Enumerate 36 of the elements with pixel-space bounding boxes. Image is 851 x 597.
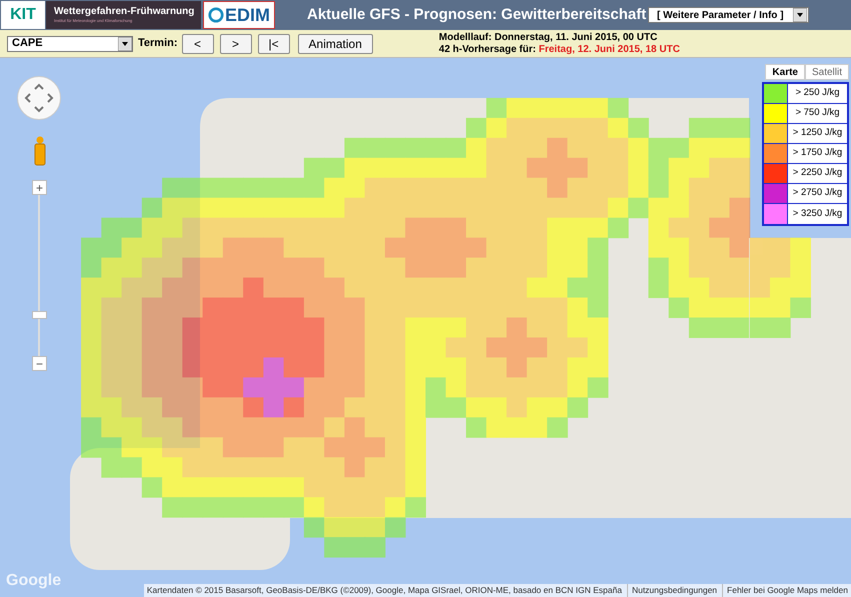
zoom-out-button[interactable]: −	[32, 356, 47, 371]
arrows-icon	[24, 83, 54, 113]
legend-label: > 1750 J/kg	[792, 146, 844, 160]
caret-icon	[793, 8, 807, 22]
google-logo: Google	[6, 571, 62, 591]
terms-link[interactable]: Nutzungsbedingungen	[626, 584, 718, 597]
nav-button[interactable]: >	[220, 34, 252, 54]
legend-label: > 1250 J/kg	[792, 126, 844, 140]
caret-icon	[118, 36, 132, 50]
legend-label: > 250 J/kg	[794, 86, 841, 100]
report-link[interactable]: Fehler bei Google Maps melden	[722, 584, 848, 597]
cedim-logo: EDIM	[203, 1, 275, 29]
ring-icon	[208, 6, 224, 24]
legend-label: > 750 J/kg	[794, 106, 841, 120]
legend-label: > 2250 J/kg	[792, 166, 844, 180]
legend-label: > 2750 J/kg	[792, 186, 844, 200]
map-data-credit: Kartendaten © 2015 Basarsoft, GeoBasis-DE/BKG (©2009), Google, Mapa GISrael, ORION-ME, basado en BCN IGN España	[146, 584, 622, 597]
model-run-text: Modelllauf: Donnerstag, 11. Juni 2015, 00 UTC	[438, 32, 658, 44]
map-placeholder[interactable]	[0, 58, 851, 597]
termin-label: Termin:	[138, 36, 178, 52]
page-title: Aktuelle GFS - Prognosen: Gewitterbereitschaft	[307, 4, 646, 25]
zoom-slider-handle[interactable]	[32, 311, 47, 319]
map-type-tab[interactable]: Karte	[765, 64, 805, 80]
legend-label: > 3250 J/kg	[792, 206, 844, 221]
pegman-icon[interactable]	[33, 136, 47, 166]
zoom-in-button[interactable]: +	[32, 180, 47, 195]
parameter-dropdown[interactable]: CAPE	[7, 36, 133, 52]
nav-button[interactable]: <	[182, 34, 214, 54]
banner-title: Wettergefahren-Frühwarnung	[54, 7, 193, 17]
nav-button[interactable]: Animation	[298, 34, 373, 54]
pan-control[interactable]	[17, 76, 61, 120]
map-type-tab[interactable]: Satellit	[804, 64, 849, 80]
kit-logo: KIT	[1, 1, 45, 29]
info-dropdown[interactable]: [ Weitere Parameter / Info ]	[648, 7, 809, 23]
forecast-text: 42 h-Vorhersage für: Freitag, 12. Juni 2015, 18 UTC	[438, 44, 680, 56]
nav-button[interactable]: |<	[258, 34, 290, 54]
